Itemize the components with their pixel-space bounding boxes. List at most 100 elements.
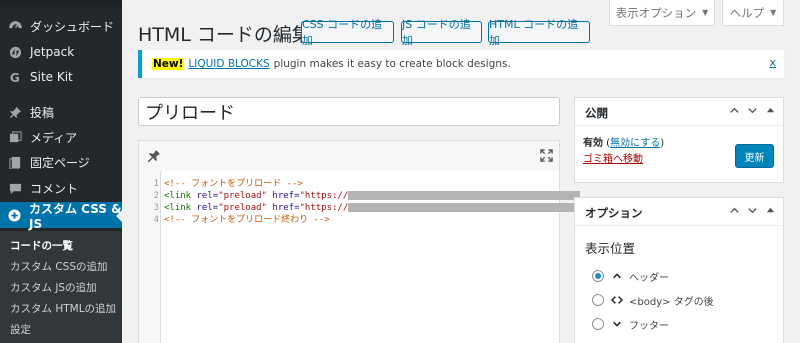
plus-circle-icon	[8, 208, 21, 222]
line-number: 3	[153, 203, 159, 213]
radio-header[interactable]: ヘッダー	[592, 269, 669, 284]
status-label: 有効	[583, 138, 603, 149]
sidebar-item-dashboard[interactable]: ダッシュボード	[0, 13, 122, 39]
code-icon	[611, 295, 623, 305]
comment-icon	[8, 181, 22, 195]
sidebar-item-label: 投稿	[30, 105, 55, 120]
code-line: 2 <link rel="preload" href="https://	[139, 190, 581, 202]
page-title: HTML コードの編集	[138, 24, 311, 46]
publish-panel-header: 公開	[575, 98, 783, 126]
submenu-item-code-list[interactable]: コードの一覧	[10, 238, 73, 253]
sidebar-item-label: カスタム CSS & JS	[29, 201, 122, 231]
chevron-up-icon[interactable]	[727, 103, 741, 117]
radio-button[interactable]	[592, 270, 604, 282]
move-to-trash-link[interactable]: ゴミ箱へ移動	[583, 150, 643, 165]
page-icon	[8, 155, 22, 169]
notice-dismiss-link[interactable]: x	[769, 56, 776, 69]
code-line: 1 <!-- フォントをプリロード -->	[139, 178, 559, 190]
radio-label: <body> タグの後	[629, 296, 714, 308]
publish-panel-title: 公開	[585, 106, 608, 120]
sidebar-item-jetpack[interactable]: Jetpack	[0, 39, 122, 65]
options-panel-title: オプション	[585, 206, 643, 220]
redacted-url	[348, 191, 581, 200]
redacted-url	[348, 203, 581, 212]
admin-sidebar: ダッシュボード Jetpack G Site Kit 投稿 メディア 固定ページ	[0, 0, 122, 343]
publish-status: 有効 (無効にする)	[583, 138, 665, 149]
post-title-input[interactable]: プリロード	[138, 97, 560, 126]
collapse-toggle-icon[interactable]	[763, 103, 777, 117]
submenu-item-add-js[interactable]: カスタム JSの追加	[10, 280, 97, 295]
pin-icon	[8, 105, 22, 119]
radio-footer[interactable]: フッター	[592, 317, 669, 332]
options-panel-header: オプション	[575, 198, 783, 226]
chevron-up-icon	[611, 271, 623, 281]
fullscreen-icon[interactable]	[540, 149, 553, 166]
publish-panel: 公開 有効 (無効にする) ゴミ箱へ移動 更新	[574, 97, 784, 183]
sidebar-top-strip	[0, 0, 122, 7]
chevron-down-icon[interactable]	[745, 103, 759, 117]
add-js-button[interactable]: JS コードの追加	[401, 18, 482, 47]
line-number: 2	[153, 191, 159, 201]
sidebar-item-label: メディア	[30, 130, 78, 145]
add-css-button[interactable]: CSS コードの追加	[301, 18, 394, 47]
dashboard-icon	[8, 19, 22, 33]
line-number: 1	[153, 179, 159, 189]
screen-options-label: 表示オプション	[615, 5, 697, 20]
editor-toolbar	[139, 141, 559, 171]
display-position-heading: 表示位置	[585, 241, 636, 256]
sitekit-icon: G	[8, 70, 22, 84]
code-comment: <!-- フォントをプリロード終わり -->	[164, 215, 330, 225]
code-line: 3 <link rel="preload" href="https://	[139, 202, 581, 214]
sidebar-item-sitekit[interactable]: G Site Kit	[0, 64, 122, 90]
pin-icon[interactable]	[147, 149, 161, 167]
sidebar-item-label: Jetpack	[30, 45, 75, 59]
panel-controls	[727, 103, 777, 117]
sidebar-item-media[interactable]: メディア	[0, 124, 122, 150]
sidebar-item-label: Site Kit	[30, 70, 73, 84]
sidebar-item-label: 固定ページ	[30, 155, 90, 170]
new-badge: New!	[152, 58, 185, 70]
radio-label: フッター	[629, 320, 669, 332]
submenu: コードの一覧 カスタム CSSの追加 カスタム JSの追加 カスタム HTMLの…	[0, 231, 122, 343]
disable-link[interactable]: 無効にする	[610, 138, 660, 149]
code-line: 4 <!-- フォントをプリロード終わり -->	[139, 214, 559, 226]
notice-banner: New! LIQUID BLOCKS plugin makes it easy …	[138, 50, 784, 78]
radio-button[interactable]	[592, 318, 604, 330]
media-icon	[8, 130, 22, 144]
code-text: <link rel="preload" href="https://	[164, 202, 581, 214]
add-html-button[interactable]: HTML コードの追加	[488, 18, 590, 47]
panel-controls	[727, 203, 777, 217]
sidebar-item-pages[interactable]: 固定ページ	[0, 149, 122, 175]
liquid-blocks-link[interactable]: LIQUID BLOCKS	[188, 58, 269, 70]
help-button[interactable]: ヘルプ ▼	[722, 0, 784, 26]
submenu-item-settings[interactable]: 設定	[10, 322, 31, 337]
svg-text:G: G	[9, 71, 19, 84]
sidebar-item-comments[interactable]: コメント	[0, 175, 122, 201]
radio-after-body[interactable]: <body> タグの後	[592, 293, 714, 308]
radio-label: ヘッダー	[629, 272, 669, 284]
caret-down-icon: ▼	[702, 8, 709, 17]
jetpack-icon	[8, 45, 22, 59]
active-menu-arrow	[116, 210, 122, 222]
caret-down-icon: ▼	[770, 8, 777, 17]
radio-button[interactable]	[592, 294, 604, 306]
submenu-item-add-html[interactable]: カスタム HTMLの追加	[10, 301, 116, 316]
submenu-item-add-css[interactable]: カスタム CSSの追加	[10, 259, 108, 274]
chevron-down-icon	[611, 319, 623, 329]
code-comment: <!-- フォントをプリロード -->	[164, 179, 303, 189]
update-button[interactable]: 更新	[735, 144, 774, 168]
code-text: <link rel="preload" href="https://	[164, 190, 581, 202]
chevron-up-icon[interactable]	[727, 203, 741, 217]
sidebar-item-label: コメント	[30, 181, 79, 196]
collapse-toggle-icon[interactable]	[763, 203, 777, 217]
notice-text: plugin makes it easy to create block des…	[273, 58, 511, 70]
code-editor[interactable]: 1 <!-- フォントをプリロード --> 2 <link rel="prelo…	[138, 140, 581, 343]
sidebar-item-label: ダッシュボード	[30, 19, 115, 34]
screen-options-button[interactable]: 表示オプション ▼	[609, 0, 715, 26]
sidebar-item-custom-css-js[interactable]: カスタム CSS & JS	[0, 201, 122, 231]
line-number: 4	[153, 215, 159, 225]
options-panel: オプション 表示位置 ヘッダー <body> タグの後 フッター	[574, 197, 784, 343]
chevron-down-icon[interactable]	[745, 203, 759, 217]
help-label: ヘルプ	[729, 5, 765, 20]
sidebar-item-posts[interactable]: 投稿	[0, 99, 122, 125]
